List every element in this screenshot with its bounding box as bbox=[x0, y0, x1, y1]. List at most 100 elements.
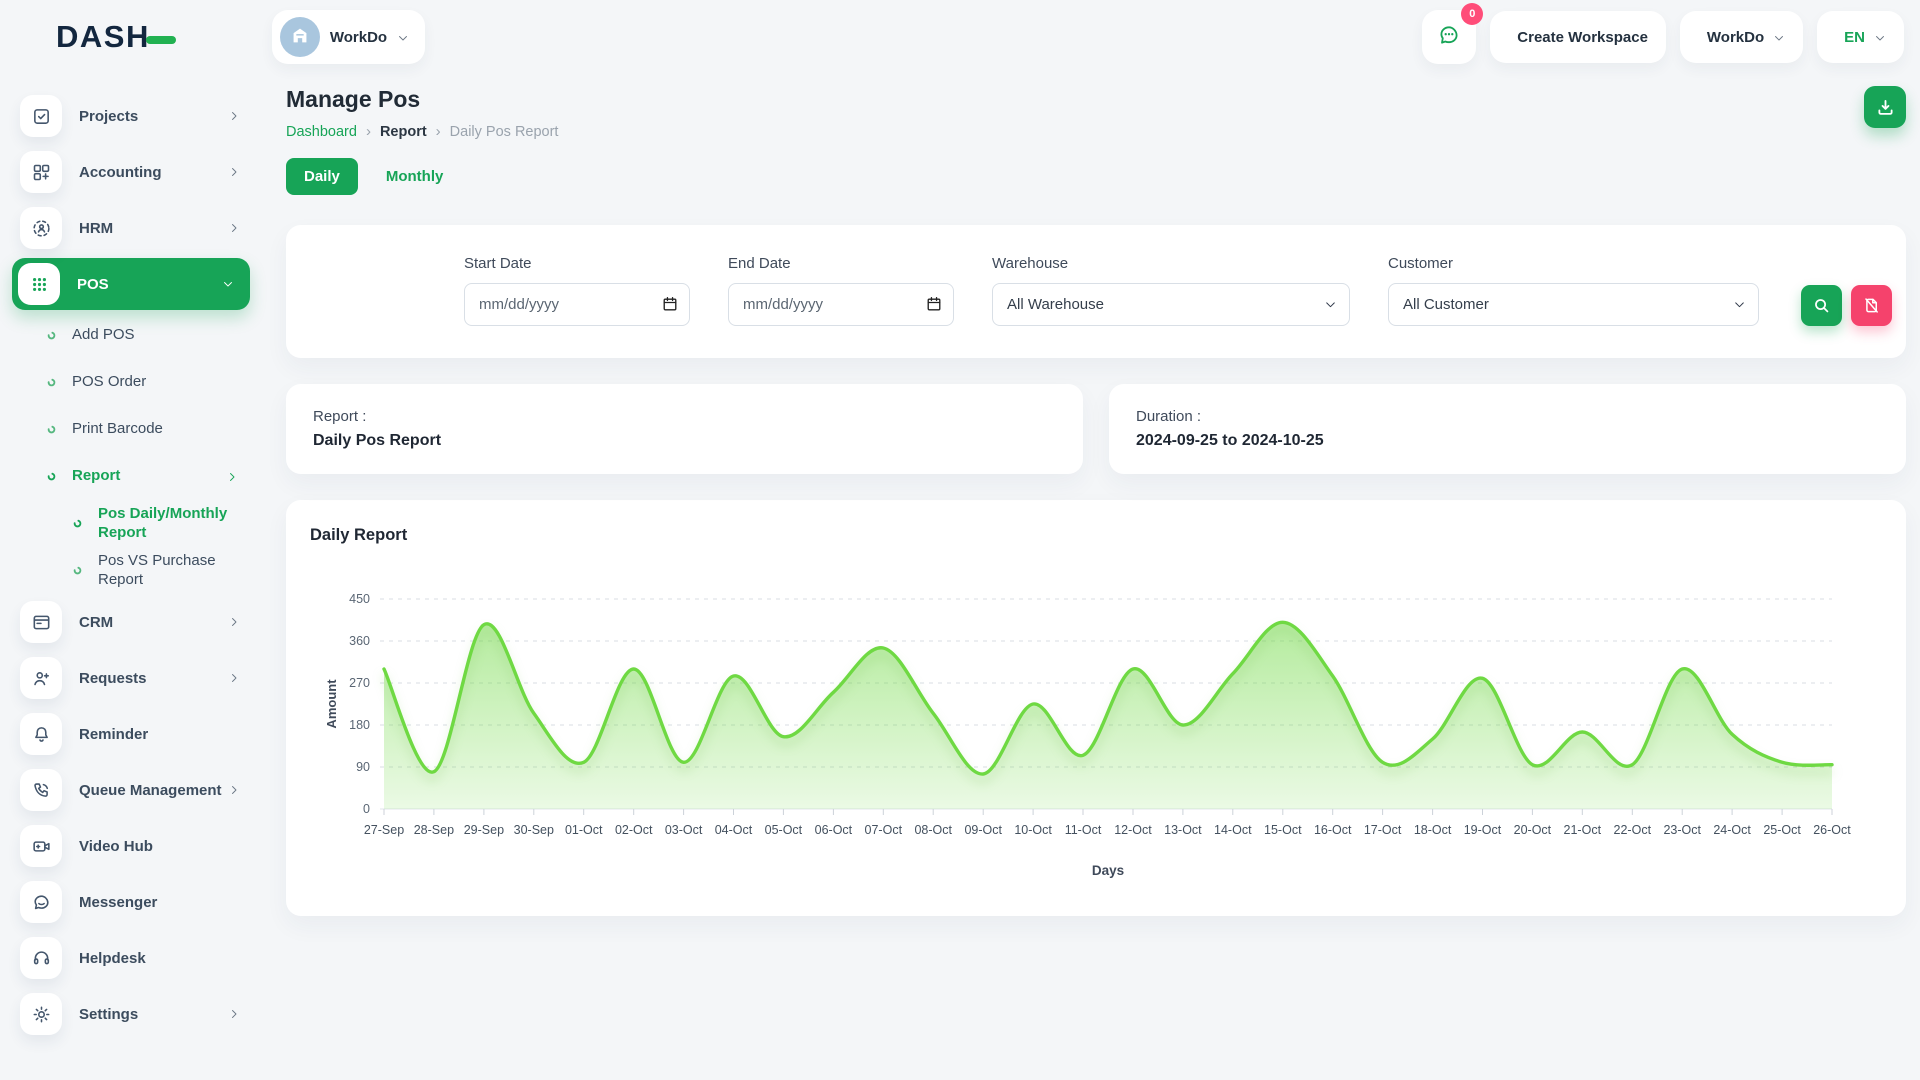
sidebar-item-video-hub[interactable]: Video Hub bbox=[0, 818, 262, 874]
breadcrumb-separator: › bbox=[366, 123, 371, 140]
logo-text: DASH bbox=[56, 19, 150, 54]
svg-text:06-Oct: 06-Oct bbox=[815, 823, 853, 837]
duration-label: Duration : bbox=[1136, 408, 1879, 425]
duration-value: 2024-09-25 to 2024-10-25 bbox=[1136, 432, 1879, 450]
duration-summary-card: Duration : 2024-09-25 to 2024-10-25 bbox=[1109, 384, 1906, 474]
sidebar: Projects Accounting HRM POS Add POS POS … bbox=[0, 74, 262, 1080]
svg-text:25-Oct: 25-Oct bbox=[1763, 823, 1801, 837]
svg-text:90: 90 bbox=[356, 760, 370, 774]
customer-select[interactable]: All Customer bbox=[1388, 283, 1759, 326]
tab-daily[interactable]: Daily bbox=[286, 158, 358, 195]
sidebar-item-accounting[interactable]: Accounting bbox=[0, 144, 262, 200]
svg-text:21-Oct: 21-Oct bbox=[1564, 823, 1602, 837]
sidebar-subitem-print-barcode[interactable]: Print Barcode bbox=[0, 406, 262, 453]
message-icon bbox=[1437, 23, 1461, 52]
accounting-icon bbox=[20, 151, 62, 193]
sidebar-item-projects[interactable]: Projects bbox=[0, 88, 262, 144]
sidebar-item-messenger[interactable]: Messenger bbox=[0, 874, 262, 930]
search-button[interactable] bbox=[1801, 285, 1842, 326]
breadcrumb-dashboard[interactable]: Dashboard bbox=[286, 124, 357, 140]
sub-bullet-icon bbox=[44, 375, 59, 390]
sidebar-subitem-report[interactable]: Report bbox=[0, 453, 262, 500]
workspace-avatar bbox=[280, 17, 320, 57]
svg-text:30-Sep: 30-Sep bbox=[514, 823, 554, 837]
end-date-input[interactable] bbox=[728, 283, 954, 326]
svg-text:27-Sep: 27-Sep bbox=[364, 823, 404, 837]
breadcrumb-current: Daily Pos Report bbox=[450, 124, 559, 140]
language-label: EN bbox=[1844, 29, 1865, 46]
building-icon bbox=[289, 24, 311, 51]
sidebar-item-hrm[interactable]: HRM bbox=[0, 200, 262, 256]
language-selector[interactable]: EN bbox=[1817, 11, 1904, 63]
svg-text:13-Oct: 13-Oct bbox=[1164, 823, 1202, 837]
chevron-right-icon bbox=[228, 616, 240, 628]
svg-text:450: 450 bbox=[349, 592, 370, 606]
report-label: Report : bbox=[313, 408, 1056, 425]
sidebar-subitem-add-pos[interactable]: Add POS bbox=[0, 312, 262, 359]
filter-card: Start Date End Date Warehouse All Wareho… bbox=[286, 225, 1906, 358]
chevron-down-icon bbox=[1773, 31, 1785, 43]
breadcrumb-separator: › bbox=[436, 123, 441, 140]
reset-filter-button[interactable] bbox=[1851, 285, 1892, 326]
breadcrumb-report[interactable]: Report bbox=[380, 124, 427, 140]
svg-text:26-Oct: 26-Oct bbox=[1813, 823, 1851, 837]
sidebar-item-pos[interactable]: POS bbox=[12, 258, 250, 310]
sidebar-subitem-pos-order[interactable]: POS Order bbox=[0, 359, 262, 406]
sidebar-item-requests[interactable]: Requests bbox=[0, 650, 262, 706]
svg-text:07-Oct: 07-Oct bbox=[865, 823, 903, 837]
svg-text:09-Oct: 09-Oct bbox=[964, 823, 1002, 837]
svg-text:19-Oct: 19-Oct bbox=[1464, 823, 1502, 837]
area-chart-svg: 090180270360450 27-Sep28-Sep29-Sep30-Sep… bbox=[310, 583, 1882, 885]
warehouse-select[interactable]: All Warehouse bbox=[992, 283, 1350, 326]
svg-text:14-Oct: 14-Oct bbox=[1214, 823, 1252, 837]
sidebar-item-crm[interactable]: CRM bbox=[0, 594, 262, 650]
svg-text:22-Oct: 22-Oct bbox=[1614, 823, 1652, 837]
start-date-input[interactable] bbox=[464, 283, 690, 326]
svg-text:28-Sep: 28-Sep bbox=[414, 823, 454, 837]
sidebar-subitem-pos-daily-monthly-report[interactable]: Pos Daily/Monthly Report bbox=[0, 500, 262, 547]
sub-bullet-icon bbox=[44, 422, 59, 437]
helpdesk-icon bbox=[20, 937, 62, 979]
workspace-switcher[interactable]: WorkDo bbox=[272, 10, 425, 64]
create-workspace-button[interactable]: Create Workspace bbox=[1490, 11, 1666, 63]
header-actions: 0 Create Workspace WorkDo EN bbox=[1422, 10, 1904, 64]
chevron-down-icon bbox=[1874, 31, 1886, 43]
sidebar-item-helpdesk[interactable]: Helpdesk bbox=[0, 930, 262, 986]
chevron-right-icon bbox=[228, 1008, 240, 1020]
messenger-icon bbox=[20, 881, 62, 923]
end-date-label: End Date bbox=[728, 255, 954, 272]
workspace-menu-button[interactable]: WorkDo bbox=[1680, 11, 1803, 63]
sub-bullet-icon bbox=[70, 516, 85, 531]
svg-text:03-Oct: 03-Oct bbox=[665, 823, 703, 837]
svg-text:18-Oct: 18-Oct bbox=[1414, 823, 1452, 837]
reminder-icon bbox=[20, 713, 62, 755]
svg-text:17-Oct: 17-Oct bbox=[1364, 823, 1402, 837]
logo-green-dash bbox=[146, 36, 176, 44]
workspace-name: WorkDo bbox=[330, 29, 387, 46]
tab-monthly[interactable]: Monthly bbox=[368, 158, 462, 195]
chevron-right-icon bbox=[228, 672, 240, 684]
svg-text:360: 360 bbox=[349, 634, 370, 648]
svg-text:23-Oct: 23-Oct bbox=[1663, 823, 1701, 837]
svg-text:0: 0 bbox=[363, 802, 370, 816]
warehouse-label: Warehouse bbox=[992, 255, 1350, 272]
projects-icon bbox=[20, 95, 62, 137]
svg-text:180: 180 bbox=[349, 718, 370, 732]
notification-badge: 0 bbox=[1461, 3, 1483, 25]
sub-bullet-icon bbox=[70, 563, 85, 578]
sidebar-subitem-pos-vs-purchase-report[interactable]: Pos VS Purchase Report bbox=[0, 547, 262, 594]
svg-text:29-Sep: 29-Sep bbox=[464, 823, 504, 837]
customer-label: Customer bbox=[1388, 255, 1759, 272]
sub-bullet-icon bbox=[44, 328, 59, 343]
messages-button[interactable]: 0 bbox=[1422, 10, 1476, 64]
download-report-button[interactable] bbox=[1864, 86, 1906, 128]
report-period-tabs: Daily Monthly bbox=[286, 158, 1906, 195]
sidebar-item-settings[interactable]: Settings bbox=[0, 986, 262, 1042]
sidebar-item-reminder[interactable]: Reminder bbox=[0, 706, 262, 762]
dash-logo[interactable]: DASH bbox=[56, 19, 160, 55]
svg-text:08-Oct: 08-Oct bbox=[914, 823, 952, 837]
sidebar-item-queue-management[interactable]: Queue Management bbox=[0, 762, 262, 818]
chevron-right-icon bbox=[228, 110, 240, 122]
search-icon bbox=[1812, 296, 1831, 315]
svg-text:01-Oct: 01-Oct bbox=[565, 823, 603, 837]
